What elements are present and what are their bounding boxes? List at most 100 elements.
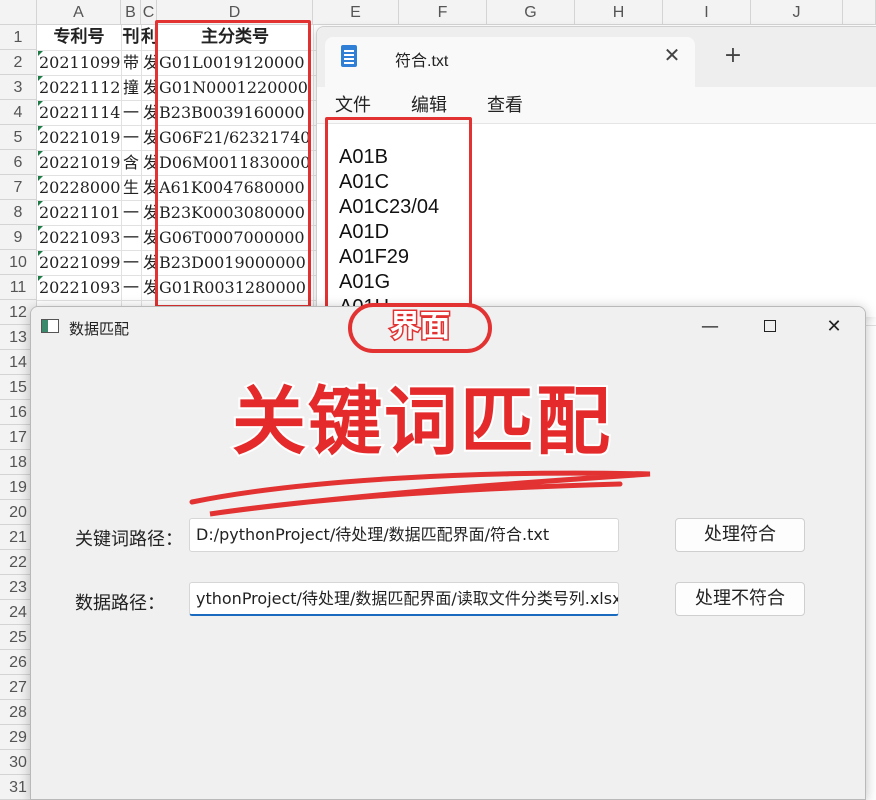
text-line: A01D [339,221,390,243]
cell-main-class[interactable]: B23D0019000000 [157,250,313,275]
cell-c[interactable]: 发 [141,75,157,100]
process-match-button[interactable]: 处理符合 [675,518,805,552]
process-nomatch-button[interactable]: 处理不符合 [675,582,805,616]
cell-error-indicator [38,226,43,231]
cell-patent-no[interactable]: 20221093 [37,275,121,300]
header-cell-patent-no[interactable]: 专利号 [37,25,121,50]
cell-error-indicator [38,151,43,156]
data-path-label: 数据路径： [75,593,165,614]
cell-error-indicator [38,126,43,131]
cell-b[interactable]: 生 [121,175,141,200]
text-line: A01F29 [339,246,410,268]
column-header-c[interactable]: C [141,0,157,25]
cell-main-class[interactable]: G06F21/62321740 [157,125,313,150]
cell-error-indicator [38,251,43,256]
select-all-corner[interactable] [0,0,37,25]
header-cell-c[interactable]: 利类 [141,25,157,50]
app-window-icon [41,319,59,333]
cell-b[interactable]: 一 [121,125,141,150]
keyword-path-input[interactable]: D:/pythonProject/待处理/数据匹配界面/符合.txt [189,518,619,552]
row-header[interactable]: 1 [0,25,37,50]
row-header[interactable]: 4 [0,100,37,125]
row-header[interactable]: 2 [0,50,37,75]
notepad-editor[interactable]: A01B A01C A01C23/04 A01D A01F29 A01G A01… [317,123,876,317]
cell-main-class[interactable]: A61K0047680000 [157,175,313,200]
column-header-g[interactable]: G [487,0,575,25]
column-header-b[interactable]: B [121,0,141,25]
cell-c[interactable]: 发 [141,175,157,200]
row-header[interactable]: 3 [0,75,37,100]
cell-main-class[interactable]: B23B0039160000 [157,100,313,125]
cell-error-indicator [38,51,43,56]
cell-patent-no[interactable]: 20221019 [37,125,121,150]
cell-main-class[interactable]: B23K0003080000 [157,200,313,225]
cell-patent-no[interactable]: 20221112 [37,75,121,100]
cell-error-indicator [38,176,43,181]
cell-main-class[interactable]: G06T0007000000 [157,225,313,250]
cell-b[interactable]: 一 [121,225,141,250]
row-header[interactable]: 10 [0,250,37,275]
cell-b[interactable]: 一 [121,200,141,225]
tab-close-icon[interactable]: ✕ [661,43,683,67]
text-line: A01C [339,171,390,193]
cell-c[interactable]: 发 [141,200,157,225]
brush-swoosh-decoration [189,470,651,517]
notepad-tab[interactable] [325,37,695,87]
cell-b[interactable]: 一 [121,250,141,275]
new-tab-icon[interactable]: + [721,43,745,68]
cell-main-class[interactable]: G01R0031280000 [157,275,313,300]
notepad-menu-bar [317,87,876,123]
cell-b[interactable]: 含 [121,150,141,175]
cell-error-indicator [38,101,43,106]
maximize-button[interactable] [747,313,793,341]
column-header-i[interactable]: I [663,0,751,25]
text-line: A01B [339,146,388,168]
keyword-path-label: 关键词路径： [75,529,183,550]
row-header[interactable]: 5 [0,125,37,150]
menu-file[interactable]: 文件 [335,91,371,117]
column-header-a[interactable]: A [37,0,121,25]
dialog-title: 数据匹配 [69,320,130,338]
minimize-button[interactable]: — [687,313,733,341]
menu-edit[interactable]: 编辑 [411,91,447,117]
header-cell-b[interactable]: 刊 [121,25,141,50]
cell-c[interactable]: 发 [141,125,157,150]
cell-main-class[interactable]: G01L0019120000 [157,50,313,75]
cell-main-class[interactable]: G01N0001220000 [157,75,313,100]
cell-c[interactable]: 发 [141,100,157,125]
cell-patent-no[interactable]: 20221099 [37,250,121,275]
cell-patent-no[interactable]: 20221114 [37,100,121,125]
cell-b[interactable]: 一 [121,100,141,125]
menu-view[interactable]: 查看 [487,91,523,117]
column-header-f[interactable]: F [399,0,487,25]
notepad-tab-bar: 符合.txt ✕ + [317,27,876,87]
row-header[interactable]: 9 [0,225,37,250]
cell-b[interactable]: 撞 [121,75,141,100]
row-header[interactable]: 11 [0,275,37,300]
cell-c[interactable]: 发 [141,50,157,75]
column-header-e[interactable]: E [313,0,399,25]
header-cell-main-class[interactable]: 主分类号 [157,25,313,50]
cell-b[interactable]: 一 [121,275,141,300]
cell-main-class[interactable]: D06M0011830000 [157,150,313,175]
cell-patent-no[interactable]: 20221019 [37,150,121,175]
cell-c[interactable]: 发 [141,225,157,250]
cell-patent-no[interactable]: 20221093 [37,225,121,250]
row-header[interactable]: 8 [0,200,37,225]
column-header-j[interactable]: J [751,0,843,25]
cell-c[interactable]: 发 [141,250,157,275]
close-button[interactable]: ✕ [811,313,857,341]
cell-patent-no[interactable]: 20228000 [37,175,121,200]
column-header-h[interactable]: H [575,0,663,25]
row-header[interactable]: 7 [0,175,37,200]
row-header[interactable]: 6 [0,150,37,175]
cell-c[interactable]: 发 [141,150,157,175]
cell-patent-no[interactable]: 20211099 [37,50,121,75]
column-header-d[interactable]: D [157,0,313,25]
cell-b[interactable]: 带 [121,50,141,75]
column-header-extra [843,0,876,25]
data-path-input[interactable]: ythonProject/待处理/数据匹配界面/读取文件分类号列.xlsx [189,582,619,616]
cell-error-indicator [38,201,43,206]
cell-c[interactable]: 发 [141,275,157,300]
cell-patent-no[interactable]: 20221101 [37,200,121,225]
